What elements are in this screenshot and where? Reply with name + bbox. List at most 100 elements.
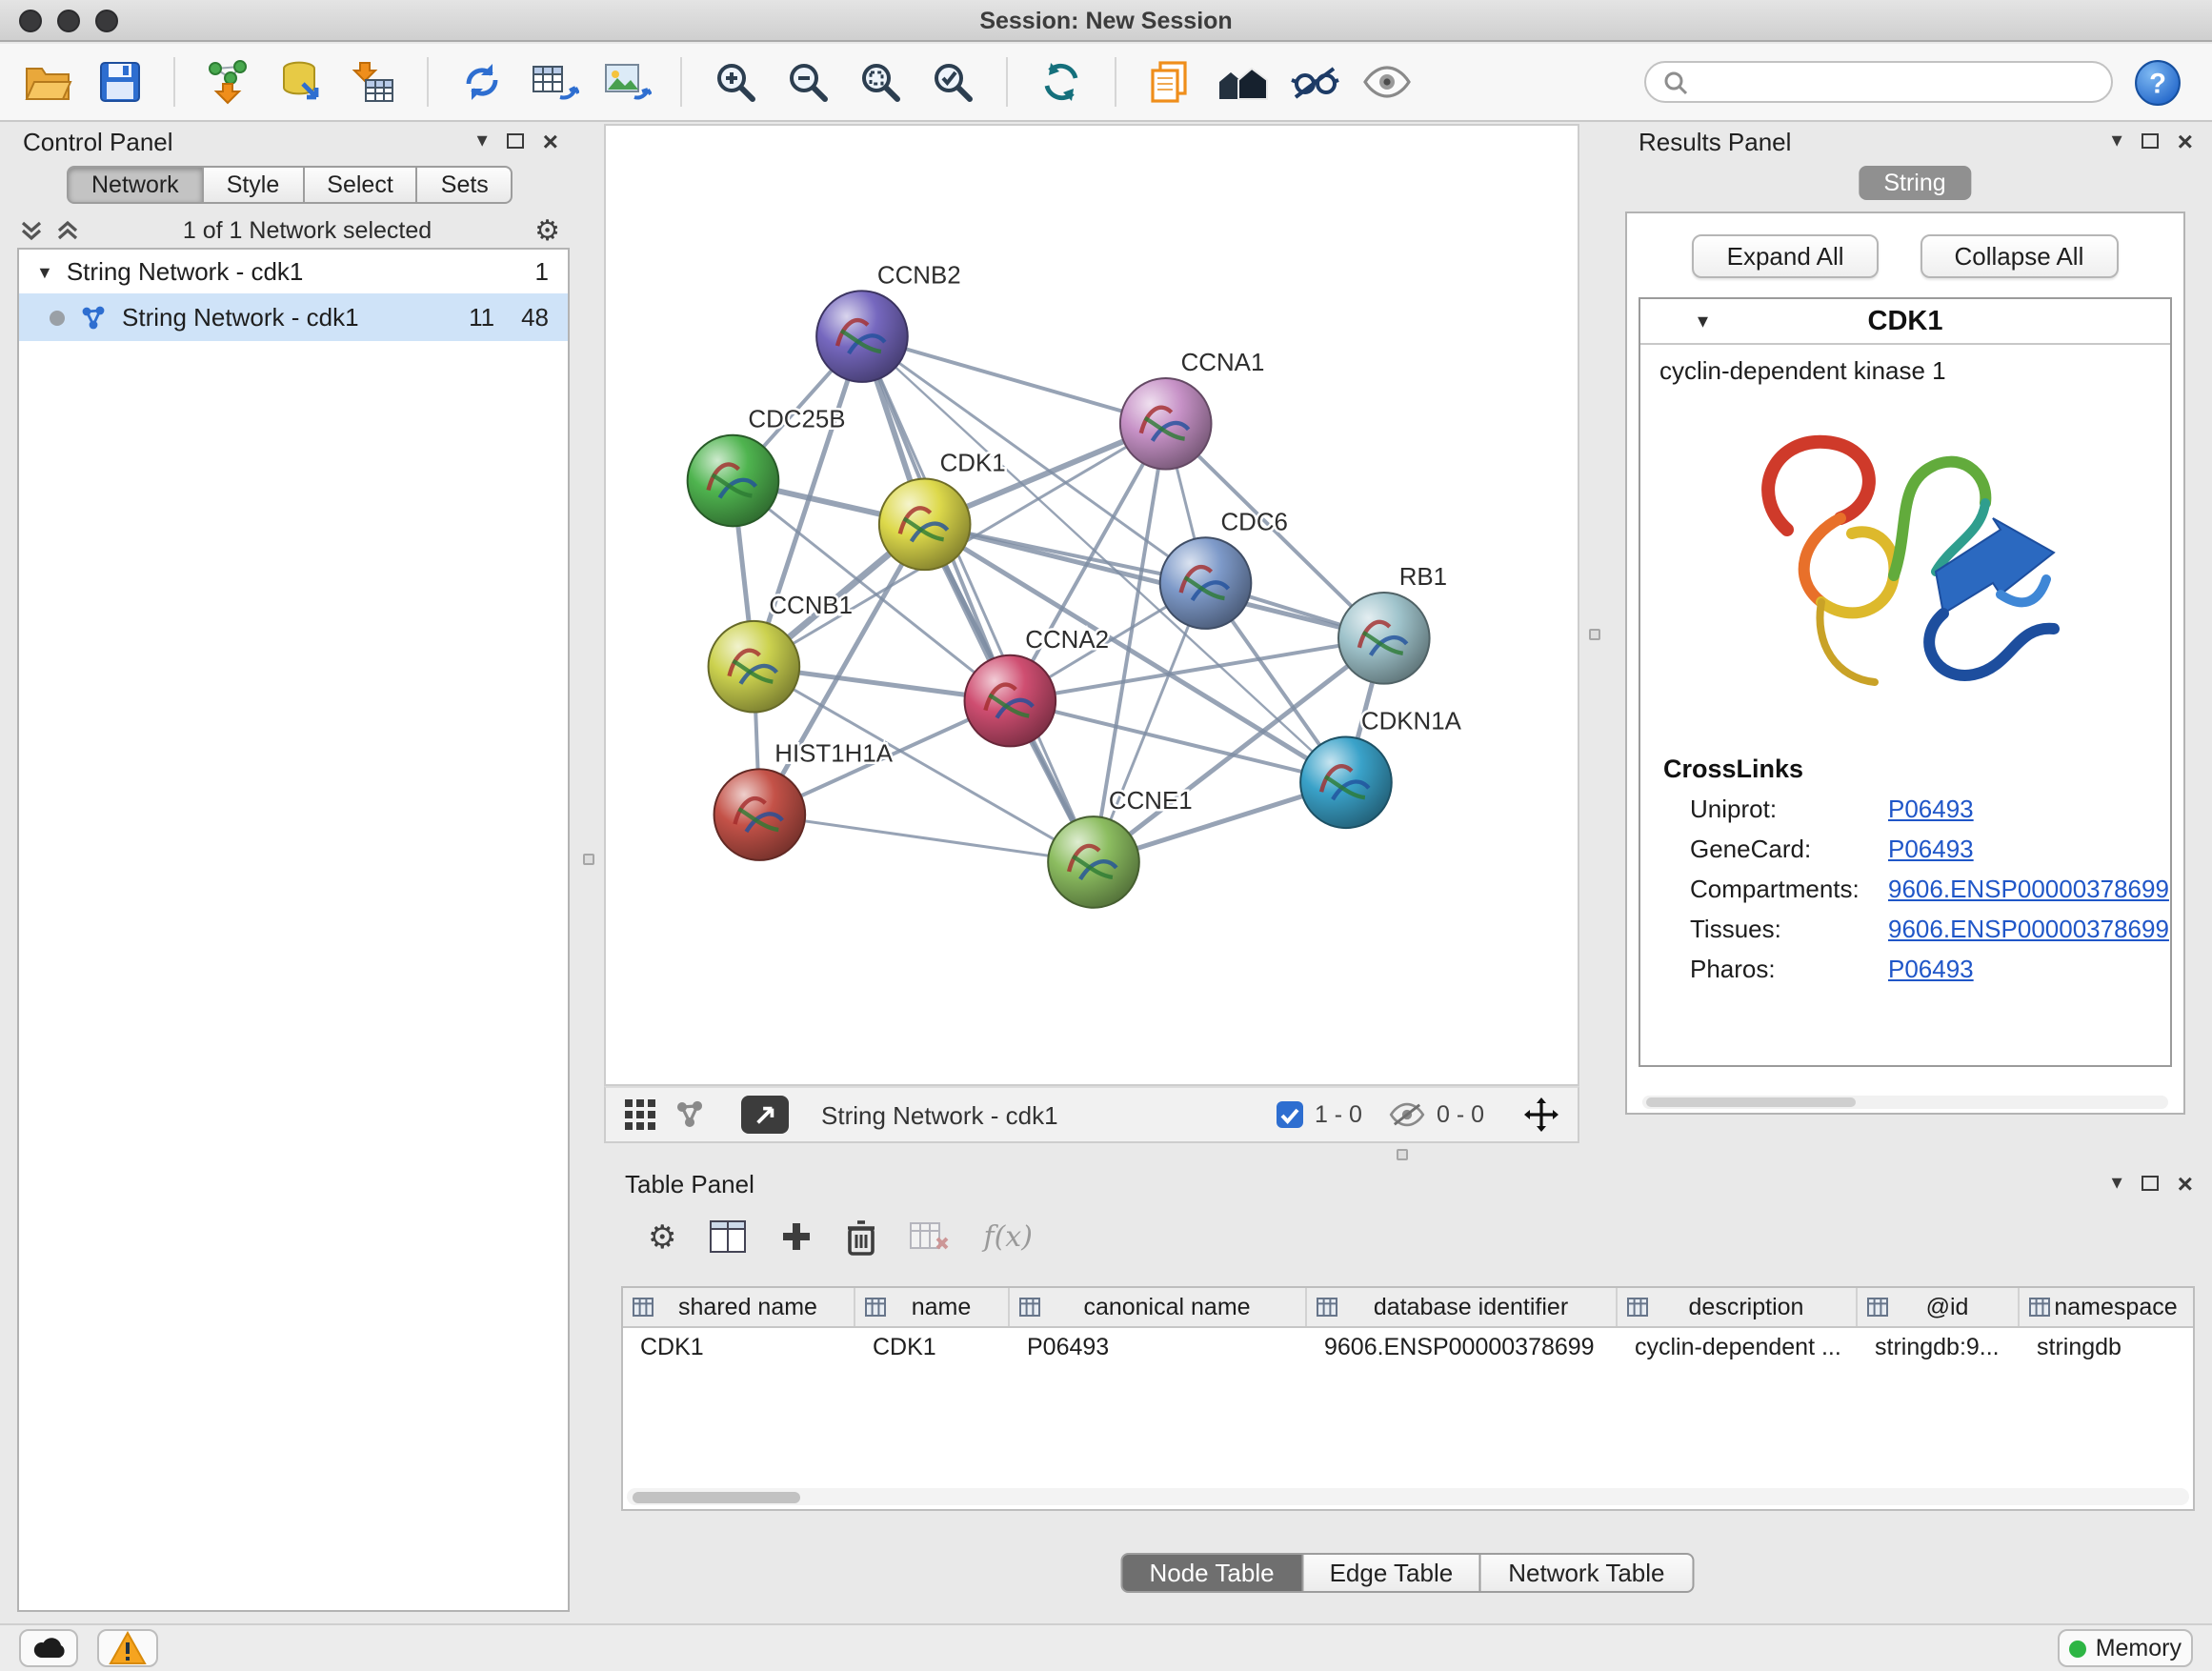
expand-all-icon[interactable] [55,219,80,242]
hidden-eye-slash-icon[interactable] [1389,1101,1425,1128]
table-cell[interactable]: cyclin-dependent ... [1618,1334,1858,1360]
network-view-canvas[interactable]: CCNB2CCNA1CDC25BCDK1CDC6RB1CCNB1CCNA2CDK… [604,124,1579,1086]
search-input[interactable] [1699,67,2094,97]
minimize-window-button[interactable] [57,10,80,32]
maximize-panel-icon[interactable] [2142,133,2159,149]
refresh-button[interactable] [1033,53,1090,111]
float-panel-icon[interactable]: ▾ [2112,131,2122,151]
hide-graphics-details-button[interactable] [1286,53,1343,111]
network-node-rb1[interactable] [1338,593,1430,684]
column-header-database-identifier[interactable]: database identifier [1307,1288,1618,1326]
import-table-button[interactable] [345,53,402,111]
network-edge[interactable] [862,336,1166,424]
network-node-ccne1[interactable] [1048,816,1139,908]
network-node-cdc25b[interactable] [688,435,779,527]
close-panel-icon[interactable]: × [2178,128,2193,154]
column-header-namespace[interactable]: namespace [2020,1288,2195,1326]
crosslink-link[interactable]: 9606.ENSP00000378699 [1888,915,2169,943]
left-splitter-handle[interactable] [583,854,594,865]
column-header-description[interactable]: description [1618,1288,1858,1326]
show-details-button[interactable] [1358,53,1416,111]
tab-edge-table[interactable]: Edge Table [1301,1553,1482,1593]
show-columns-icon[interactable] [710,1219,748,1254]
export-image-button[interactable] [598,53,655,111]
network-node-ccna2[interactable] [965,655,1056,747]
float-panel-icon[interactable]: ▾ [477,131,488,151]
zoom-fit-button[interactable] [852,53,909,111]
column-header-canonical-name[interactable]: canonical name [1010,1288,1307,1326]
maximize-panel-icon[interactable] [507,133,524,149]
section-collapse-icon[interactable]: ▾ [1698,309,1708,333]
network-node-cdc6[interactable] [1160,537,1252,629]
network-edge[interactable] [925,524,1384,638]
detach-view-button[interactable] [741,1096,789,1134]
memory-button[interactable]: Memory [2058,1629,2193,1667]
network-node-cdk1[interactable] [879,479,971,571]
table-cell[interactable]: 9606.ENSP00000378699 [1307,1334,1618,1360]
table-settings-gear-icon[interactable]: ⚙ [648,1220,677,1253]
tree-expand-icon[interactable]: ▼ [36,262,53,281]
maximize-panel-icon[interactable] [2142,1176,2159,1191]
add-column-icon[interactable] [780,1219,814,1254]
network-view-icon[interactable] [674,1099,705,1130]
results-horizontal-scrollbar[interactable] [1642,1096,2168,1109]
tab-node-table[interactable]: Node Table [1120,1553,1302,1593]
network-collection-row[interactable]: ▼ String Network - cdk1 1 [19,250,568,293]
expand-all-button[interactable]: Expand All [1693,234,1879,278]
close-panel-icon[interactable]: × [543,128,558,154]
crosslink-link[interactable]: P06493 [1888,795,1974,823]
column-header-shared-name[interactable]: shared name [623,1288,855,1326]
protein-section-header[interactable]: ▾ CDK1 [1640,299,2170,345]
network-row-selected[interactable]: String Network - cdk1 11 48 [19,293,568,341]
zoom-out-button[interactable] [779,53,836,111]
network-edge[interactable] [862,336,1094,862]
import-network-file-button[interactable] [200,53,257,111]
network-node-hist1h1a[interactable] [714,769,806,860]
import-network-database-button[interactable] [272,53,330,111]
right-splitter-handle[interactable] [1589,629,1600,640]
warnings-button[interactable] [97,1629,158,1667]
help-button[interactable]: ? [2128,53,2185,111]
table-cell[interactable]: P06493 [1010,1334,1307,1360]
import-network-table-button[interactable] [526,53,583,111]
delete-table-icon[interactable] [910,1219,952,1254]
collapse-all-button[interactable]: Collapse All [1920,234,2119,278]
table-row[interactable]: CDK1CDK1P064939606.ENSP00000378699cyclin… [623,1328,2193,1366]
table-cell[interactable]: stringdb:9... [1858,1334,2020,1360]
close-window-button[interactable] [19,10,42,32]
crosslink-link[interactable]: P06493 [1888,955,1974,983]
save-session-button[interactable] [91,53,149,111]
scrollbar-thumb[interactable] [633,1491,800,1502]
network-node-ccnb1[interactable] [709,621,800,713]
scrollbar-thumb[interactable] [1646,1097,1856,1107]
results-tab-string[interactable]: String [1859,166,1970,200]
delete-column-icon[interactable] [847,1218,877,1255]
tab-sets[interactable]: Sets [416,166,513,204]
network-edge[interactable] [759,815,1094,862]
zoom-selected-button[interactable] [924,53,981,111]
table-cell[interactable]: CDK1 [623,1334,855,1360]
tab-select[interactable]: Select [302,166,418,204]
table-horizontal-scrollbar[interactable] [627,1488,2189,1505]
selected-checkbox-icon[interactable] [1277,1101,1303,1128]
horizontal-splitter-handle[interactable] [1397,1149,1408,1160]
collapse-all-icon[interactable] [19,219,44,242]
gear-icon[interactable]: ⚙ [534,216,560,245]
zoom-in-button[interactable] [707,53,764,111]
open-session-button[interactable] [19,53,76,111]
float-panel-icon[interactable]: ▾ [2112,1173,2122,1194]
column-header-name[interactable]: name [855,1288,1010,1326]
network-node-cdkn1a[interactable] [1300,736,1392,828]
tab-network-table[interactable]: Network Table [1479,1553,1693,1593]
function-builder-icon[interactable]: f(x) [984,1219,1033,1254]
close-panel-icon[interactable]: × [2178,1170,2193,1197]
tab-style[interactable]: Style [202,166,305,204]
table-cell[interactable]: stringdb [2020,1334,2195,1360]
pan-crosshair-icon[interactable] [1522,1096,1560,1134]
network-node-ccnb2[interactable] [816,291,908,382]
new-network-button[interactable] [453,53,511,111]
crosslink-link[interactable]: 9606.ENSP00000378699 [1888,875,2169,903]
birdseye-view-button[interactable] [1214,53,1271,111]
network-node-ccna1[interactable] [1120,378,1212,470]
tab-network[interactable]: Network [67,166,204,204]
